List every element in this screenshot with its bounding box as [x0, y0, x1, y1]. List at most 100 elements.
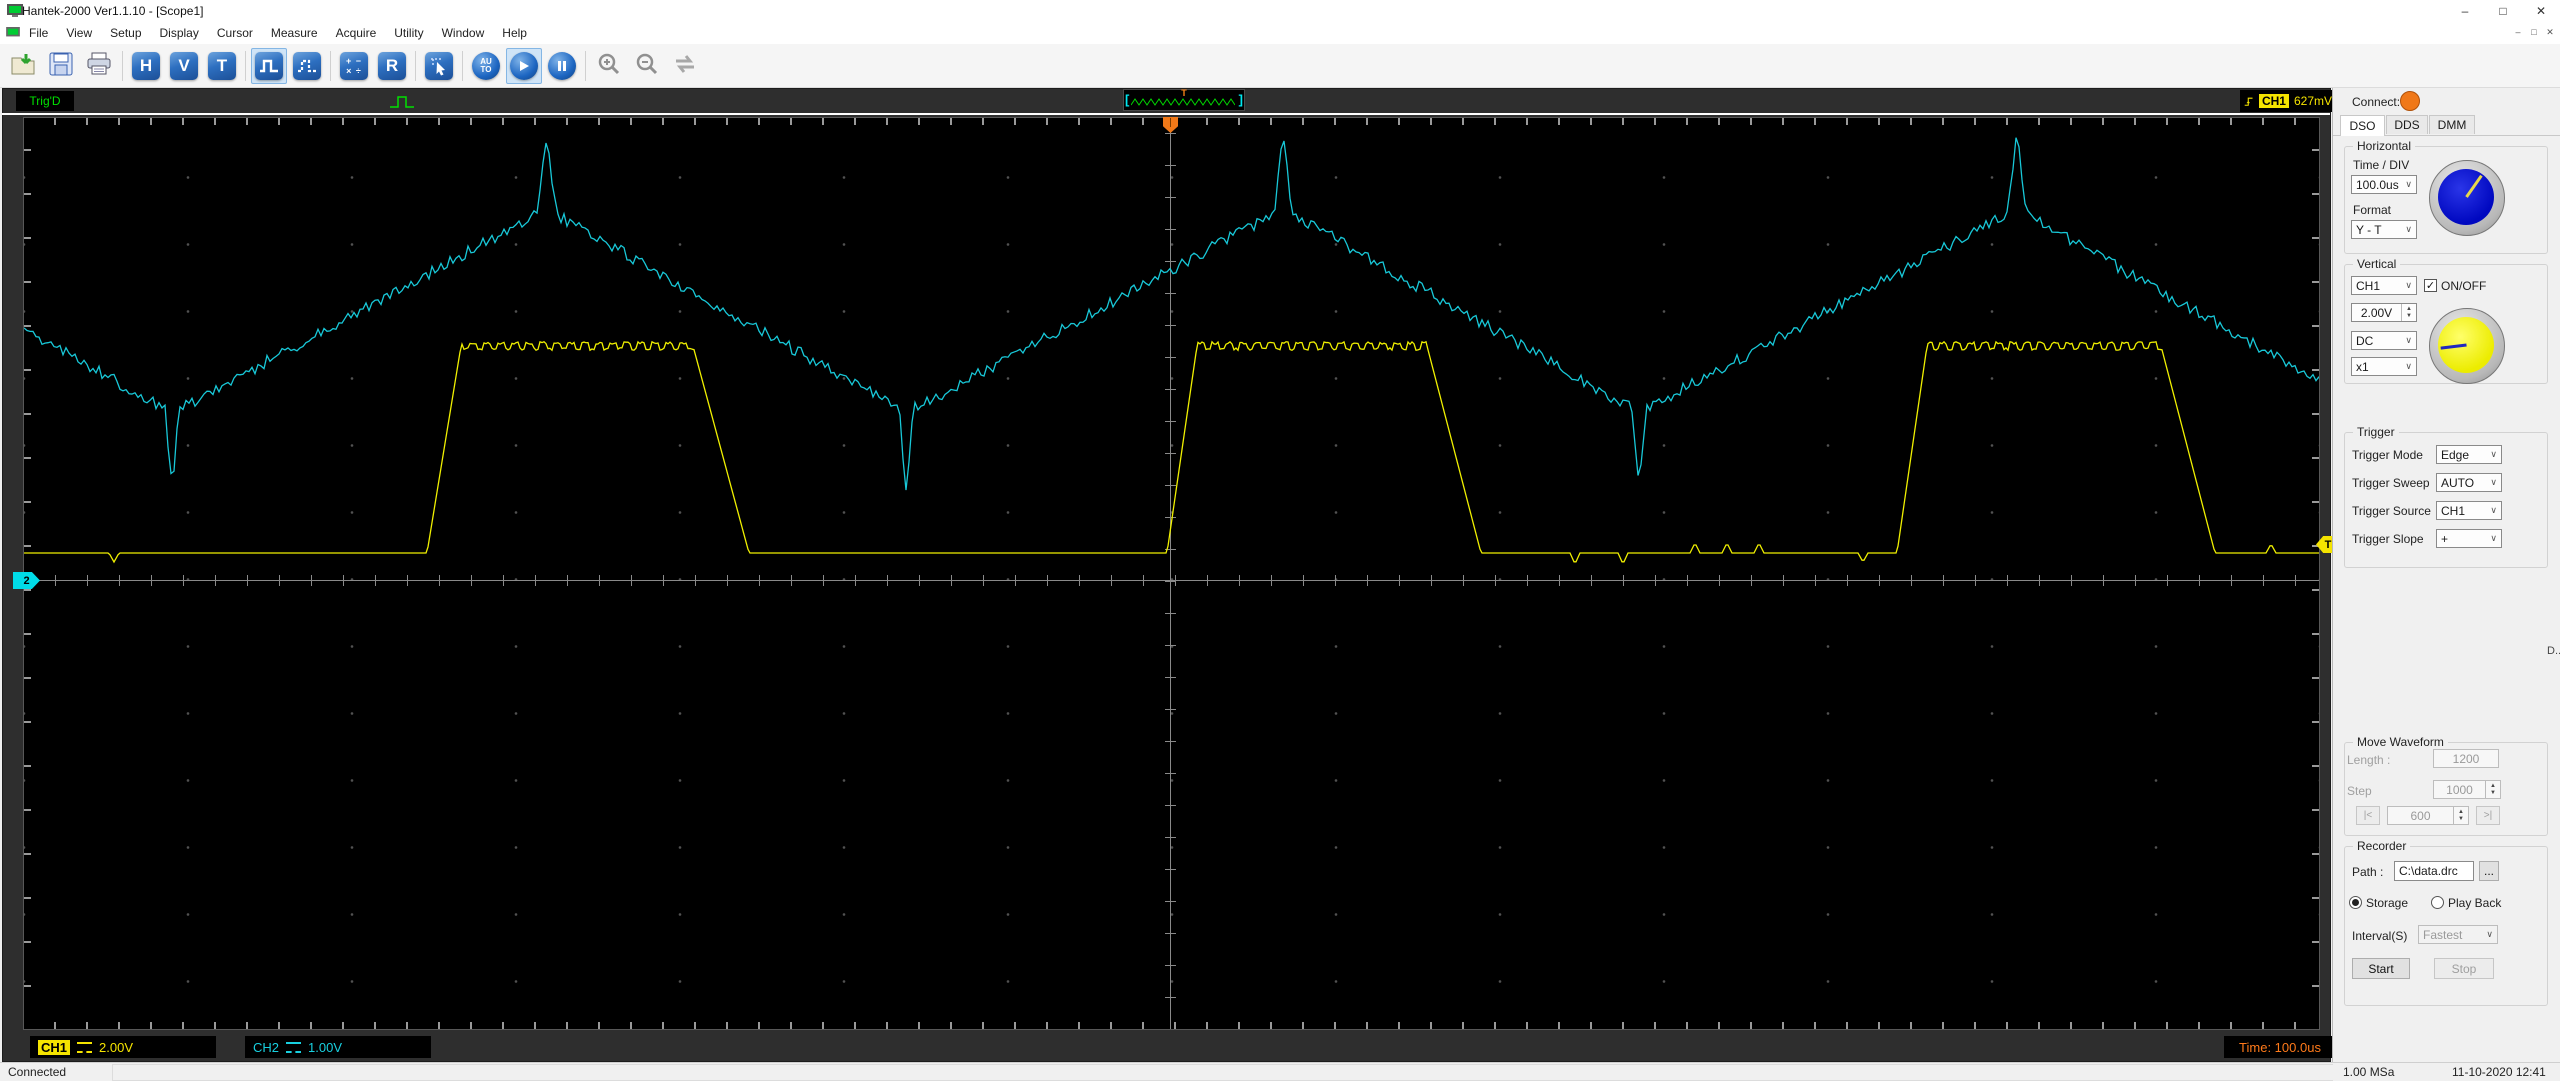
menu-setup[interactable]: Setup	[101, 26, 150, 40]
mdi-minimize-button[interactable]: –	[2510, 24, 2526, 40]
toolbar-separator	[462, 50, 463, 81]
save-button[interactable]	[43, 48, 79, 84]
play-icon	[510, 51, 538, 80]
playback-radio[interactable]	[2431, 896, 2444, 909]
menu-acquire[interactable]: Acquire	[327, 26, 386, 40]
trigger-source-select[interactable]: CH1 ∨	[2436, 501, 2502, 520]
maximize-button[interactable]: □	[2484, 0, 2522, 22]
vertical-panel-button[interactable]: V	[166, 48, 202, 84]
horizontal-panel-button[interactable]: H	[128, 48, 164, 84]
floppy-icon	[49, 52, 73, 79]
trigger-mode-label: Trigger Mode	[2352, 448, 2423, 462]
interval-select: Fastest ∨	[2418, 925, 2498, 944]
connect-indicator[interactable]	[2400, 91, 2420, 111]
toolbar-separator	[122, 50, 123, 81]
ch2-readout[interactable]: CH2 1.00V	[245, 1036, 431, 1058]
r-icon: R	[378, 51, 406, 80]
printer-icon	[86, 52, 112, 79]
vertical-knob[interactable]	[2429, 308, 2505, 384]
tab-dmm[interactable]: DMM	[2429, 115, 2475, 134]
horizontal-knob-pointer	[2464, 174, 2483, 198]
mdi-restore-button[interactable]: □	[2526, 24, 2542, 40]
menu-help[interactable]: Help	[493, 26, 536, 40]
trigger-group-title: Trigger	[2353, 425, 2399, 439]
statusbar-divider	[112, 1064, 2333, 1081]
storage-radio[interactable]	[2349, 896, 2362, 909]
browse-button[interactable]: ...	[2479, 861, 2499, 881]
ch1-readout[interactable]: CH1 2.00V	[30, 1036, 216, 1058]
path-field[interactable]: C:\data.drc	[2394, 861, 2474, 881]
trigger-sweep-label: Trigger Sweep	[2352, 476, 2430, 490]
trigger-slope-label: Trigger Slope	[2352, 532, 2424, 546]
probe-select[interactable]: x1 ∨	[2351, 357, 2417, 376]
dc-coupling-icon	[286, 1041, 302, 1053]
path-label: Path :	[2352, 865, 2384, 879]
channel-select[interactable]: CH1 ∨	[2351, 276, 2417, 295]
coupling-select[interactable]: DC ∨	[2351, 331, 2417, 350]
sample-rate: 1.00 MSa	[2343, 1065, 2395, 1079]
pause-button[interactable]	[544, 48, 580, 84]
close-button[interactable]: ✕	[2522, 0, 2560, 22]
chevron-down-icon: ∨	[2490, 449, 2497, 459]
channel-onoff-checkbox[interactable]: ✓	[2424, 279, 2437, 292]
onoff-label: ON/OFF	[2441, 279, 2487, 293]
math-icon: + − × ÷	[340, 51, 368, 80]
tab-dso[interactable]: DSO	[2340, 115, 2385, 136]
volts-div-spinner[interactable]: 2.00V ▲ ▼	[2351, 303, 2417, 322]
waveform-dashed-mode-button[interactable]	[289, 48, 325, 84]
stop-button[interactable]: Stop	[2434, 958, 2494, 979]
menu-view[interactable]: View	[57, 26, 101, 40]
reference-button[interactable]: R	[374, 48, 410, 84]
menu-window[interactable]: Window	[433, 26, 494, 40]
trigger-sweep-select[interactable]: AUTO ∨	[2436, 473, 2502, 492]
ch1-chip: CH1	[38, 1039, 71, 1055]
zoom-out-button[interactable]	[629, 48, 665, 84]
v-icon: V	[170, 51, 198, 80]
tab-dds[interactable]: DDS	[2386, 115, 2428, 134]
move-first-button: |<	[2356, 806, 2380, 825]
spinner-arrows-icon: ▲ ▼	[2453, 807, 2468, 824]
mdi-close-button[interactable]: ✕	[2542, 24, 2558, 40]
open-button[interactable]	[5, 48, 41, 84]
menu-cursor[interactable]: Cursor	[208, 26, 262, 40]
dashed-square-wave-icon	[293, 51, 321, 80]
waveform-position-preview[interactable]: T [ ]	[1123, 88, 1245, 111]
zoom-in-button[interactable]	[591, 48, 627, 84]
print-button[interactable]	[81, 48, 117, 84]
trigger-slope-select[interactable]: + ∨	[2436, 529, 2502, 548]
horizontal-knob[interactable]	[2429, 160, 2505, 236]
dc-coupling-icon	[77, 1041, 93, 1053]
preview-right-bracket: ]	[1238, 92, 1243, 107]
document-icon	[6, 27, 20, 37]
spinner-arrows-icon[interactable]: ▲ ▼	[2401, 304, 2416, 321]
math-button[interactable]: + − × ÷	[336, 48, 372, 84]
menu-measure[interactable]: Measure	[262, 26, 327, 40]
ch1-scale-value: 2.00V	[99, 1039, 133, 1055]
trigger-mode-select[interactable]: Edge ∨	[2436, 445, 2502, 464]
ch2-scale-value: 1.00V	[308, 1039, 342, 1055]
run-button[interactable]	[506, 47, 542, 84]
status-bar: Connected 1.00 MSa 11-10-2020 12:41	[0, 1062, 2560, 1081]
menu-utility[interactable]: Utility	[385, 26, 432, 40]
trigger-panel-button[interactable]: T	[204, 48, 240, 84]
refresh-button[interactable]	[667, 48, 703, 84]
cursor-measure-button[interactable]	[421, 48, 457, 84]
menu-file[interactable]: File	[20, 26, 57, 40]
minimize-button[interactable]: –	[2446, 0, 2484, 22]
rising-edge-icon	[2244, 97, 2253, 106]
time-div-select[interactable]: 100.0us ∨	[2351, 175, 2417, 194]
toolbar-separator	[585, 50, 586, 81]
ch2-trace	[24, 137, 2319, 491]
format-select[interactable]: Y - T ∨	[2351, 220, 2417, 239]
waveform-traces	[24, 137, 2319, 564]
autoset-button[interactable]: AU TO	[468, 48, 504, 84]
chevron-down-icon: ∨	[2405, 335, 2412, 345]
waveform-mode-button[interactable]	[251, 47, 287, 84]
menu-display[interactable]: Display	[151, 26, 208, 40]
docked-tab-label[interactable]: D...	[2547, 645, 2560, 657]
trigger-level-value: 627mV	[2293, 94, 2332, 108]
length-label: Length :	[2347, 753, 2391, 767]
start-button[interactable]: Start	[2352, 958, 2410, 979]
pause-icon	[548, 51, 576, 80]
connection-status: Connected	[8, 1065, 67, 1079]
